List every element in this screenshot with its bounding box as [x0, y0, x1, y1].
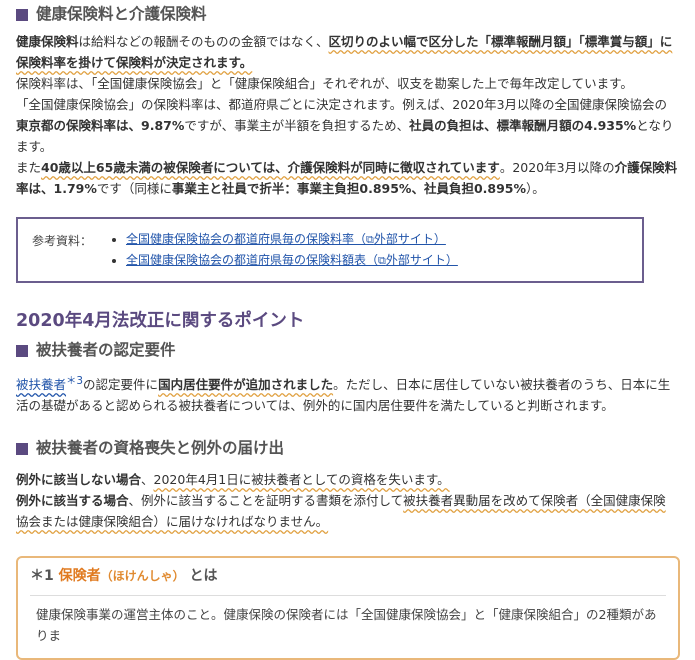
reference-list: 全国健康保険協会の都道府県毎の保険料率（⧉外部サイト） 全国健康保険協会の都道府…: [110, 229, 458, 271]
footnote-suffix: とは: [189, 568, 218, 585]
reference-item: 全国健康保険協会の都道府県毎の保険料率（⧉外部サイト）: [126, 229, 458, 250]
paragraph-dependent: 被扶養者＊3の認定要件に国内居住要件が追加されました。ただし、日本に居住していな…: [16, 371, 678, 416]
text-run: ですが、事業主が半額を負担するため、: [184, 118, 410, 133]
reference-box: 参考資料： 全国健康保険協会の都道府県毎の保険料率（⧉外部サイト） 全国健康保険…: [16, 217, 644, 283]
reference-link-amounts[interactable]: 全国健康保険協会の都道府県毎の保険料額表（⧉外部サイト）: [126, 253, 458, 267]
text-run: 2020年4月1日に被扶養者としての資格を失います。: [153, 472, 450, 488]
external-link-icon: ⧉: [366, 233, 374, 246]
reference-label: 参考資料：: [32, 234, 93, 248]
text-run: 。2020年3月以降の: [499, 160, 615, 175]
heading-square-icon: [16, 8, 28, 21]
section-title-2020-revision: 2020年4月法改正に関するポイント: [16, 311, 305, 331]
external-link-icon: ⧉: [378, 254, 386, 267]
reference-link-rates[interactable]: 全国健康保険協会の都道府県毎の保険料率（⧉外部サイト）: [126, 232, 446, 246]
heading-text: 被扶養者の資格喪失と例外の届け出: [36, 439, 285, 458]
text-run: 東京都の保険料率は、9.87%: [16, 118, 185, 133]
paragraph-1: 健康保険料は給料などの報酬そのものの金額ではなく、区切りのよい幅で区分した「標準…: [16, 31, 678, 73]
paragraph-3: 「全国健康保険協会」の保険料率は、都道府県ごとに決定されます。例えば、2020年…: [16, 94, 678, 157]
link-ext-text: 外部サイト）: [385, 253, 458, 267]
heading-text: 被扶養者の認定要件: [36, 341, 176, 359]
text-run: 例外に該当する場合: [16, 493, 129, 509]
text-run: また: [16, 160, 42, 175]
footnote-title: ＊1 保険者（ほけんしゃ） とは: [30, 566, 666, 597]
text-run: ）。: [526, 181, 545, 196]
footnote-reading: （ほけんしゃ）: [100, 569, 185, 584]
link-text: 全国健康保険協会の都道府県毎の保険料額表（: [126, 253, 379, 267]
heading-square-icon: [16, 344, 28, 357]
section-heading-loss-of-qualification: 被扶養者の資格喪失と例外の届け出: [16, 438, 678, 459]
footnote-body: 健康保険事業の運営主体のこと。健康保険の保険者には「全国健康保険協会」と「健康保…: [36, 607, 657, 644]
text-run: 国内居住要件が追加されました: [158, 377, 334, 393]
text-run: は給料などの報酬そのものの金額ではなく、: [78, 34, 329, 49]
text-run: 、: [141, 472, 154, 488]
section-heading-insurance-fees: 健康保険料と介護保険料: [16, 4, 678, 25]
text-run: の認定要件に: [83, 377, 159, 393]
heading-text: 健康保険料と介護保険料: [36, 5, 207, 23]
paragraph-2: 保険料率は、「全国健康保険協会」と「健康保険組合」それぞれが、収支を勘案した上で…: [16, 76, 633, 91]
heading-square-icon: [16, 442, 28, 455]
text-run: 、例外に該当することを証明する書類を添付して: [128, 493, 404, 509]
footnote-box: ＊1 保険者（ほけんしゃ） とは 健康保険事業の運営主体のこと。健康保険の保険者…: [16, 556, 680, 660]
text-run: 「全国健康保険協会」の保険料率は、都道府県ごとに決定されます。例えば、2020年…: [16, 97, 668, 112]
text-run: 健康保険料: [16, 34, 79, 49]
paragraph-exception: 例外に該当する場合、例外に該当することを証明する書類を添付して被扶養者異動届を改…: [16, 490, 678, 532]
paragraph-not-exception: 例外に該当しない場合、2020年4月1日に被扶養者としての資格を失います。: [16, 469, 678, 490]
text-run: 例外に該当しない場合: [16, 472, 142, 488]
section-heading-dependent-requirements: 被扶養者の認定要件: [16, 340, 678, 361]
link-text: 全国健康保険協会の都道府県毎の保険料率（: [126, 232, 367, 246]
text-run: 社員の負担は、標準報酬月額の4.935%: [409, 118, 637, 133]
footnote-term: 保険者: [58, 568, 101, 585]
paragraph-4: また40歳以上65歳未満の被保険者については、介護保険料が同時に徴収されています…: [16, 157, 678, 199]
text-run: 40歳以上65歳未満の被保険者については、介護保険料が同時に徴収されています: [41, 160, 500, 175]
text-run: です（同様に: [96, 181, 172, 196]
footnote-mark: ＊1: [30, 568, 54, 585]
link-ext-text: 外部サイト）: [373, 232, 446, 246]
reference-item: 全国健康保険協会の都道府県毎の保険料額表（⧉外部サイト）: [126, 250, 458, 271]
footnote-ref[interactable]: ＊3: [66, 375, 83, 387]
text-run: 事業主と社員で折半：事業主負担0.895%、社員負担0.895%: [171, 181, 527, 196]
dependent-link[interactable]: 被扶養者: [16, 377, 66, 392]
